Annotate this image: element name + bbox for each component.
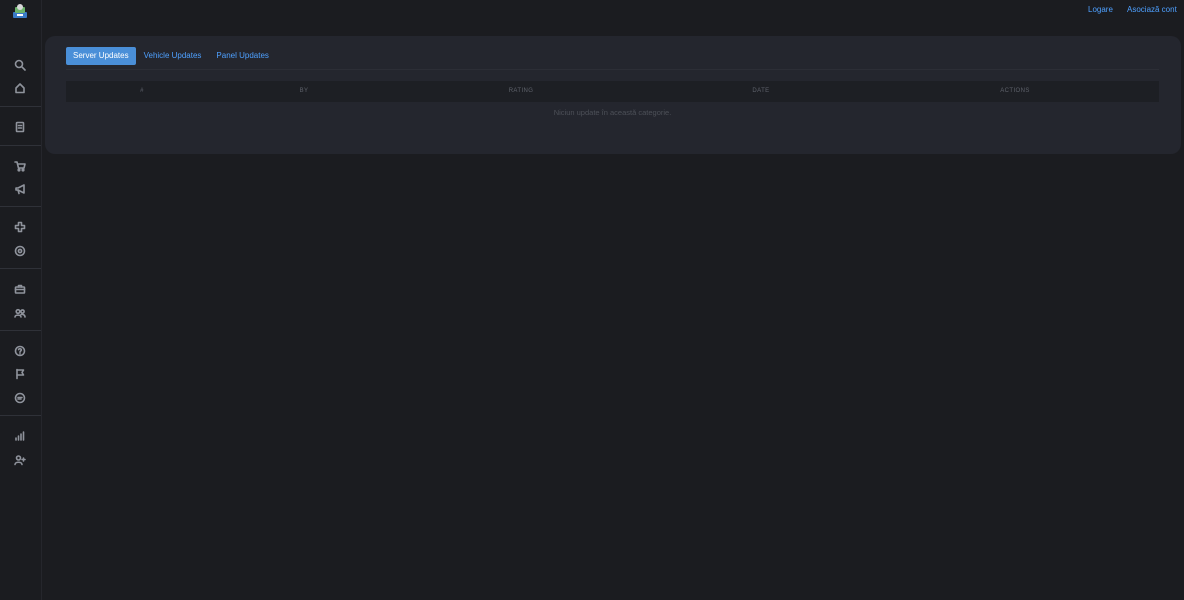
circle-icon[interactable] — [13, 244, 27, 258]
sidebar-divider — [0, 330, 41, 331]
updates-tabs: Server Updates Vehicle Updates Panel Upd… — [66, 47, 277, 65]
chart-icon[interactable] — [13, 429, 27, 443]
group-icon[interactable] — [13, 306, 27, 320]
empty-state-message: Niciun update în această categorie. — [553, 108, 672, 117]
help-icon[interactable] — [13, 344, 27, 358]
logo-icon[interactable] — [12, 3, 28, 19]
tabs-divider — [66, 69, 1159, 70]
column-header-actions: ACTIONS — [1000, 88, 1030, 94]
column-header-date: DATE — [752, 88, 770, 94]
chat-icon[interactable] — [13, 391, 27, 405]
sidebar-divider — [0, 145, 41, 146]
column-header-by: BY — [299, 88, 309, 94]
document-icon[interactable] — [13, 120, 27, 134]
home-icon[interactable] — [13, 81, 27, 95]
sidebar-divider — [0, 106, 41, 107]
table-header: # BY RATING DATE ACTIONS — [66, 81, 1159, 102]
cart-icon[interactable] — [13, 159, 27, 173]
flag-icon[interactable] — [13, 367, 27, 381]
sidebar-divider — [0, 415, 41, 416]
column-header-number: # — [140, 88, 144, 94]
megaphone-icon[interactable] — [13, 182, 27, 196]
column-header-rating: RATING — [508, 88, 534, 94]
search-icon[interactable] — [13, 58, 27, 72]
toolbox-icon[interactable] — [13, 282, 27, 296]
sidebar — [0, 0, 42, 600]
tab-panel-updates[interactable]: Panel Updates — [209, 47, 275, 65]
updates-panel: Server Updates Vehicle Updates Panel Upd… — [45, 36, 1181, 154]
user-add-icon[interactable] — [13, 453, 27, 467]
sidebar-divider — [0, 206, 41, 207]
top-bar: Logare Asociază cont — [42, 0, 1184, 20]
associate-account-link[interactable]: Asociază cont — [1127, 5, 1177, 14]
updates-table: # BY RATING DATE ACTIONS Niciun update î… — [66, 81, 1159, 124]
tab-server-updates[interactable]: Server Updates — [66, 47, 136, 65]
puzzle-icon[interactable] — [13, 220, 27, 234]
login-link[interactable]: Logare — [1088, 5, 1113, 14]
sidebar-divider — [0, 268, 41, 269]
tab-vehicle-updates[interactable]: Vehicle Updates — [137, 47, 209, 65]
